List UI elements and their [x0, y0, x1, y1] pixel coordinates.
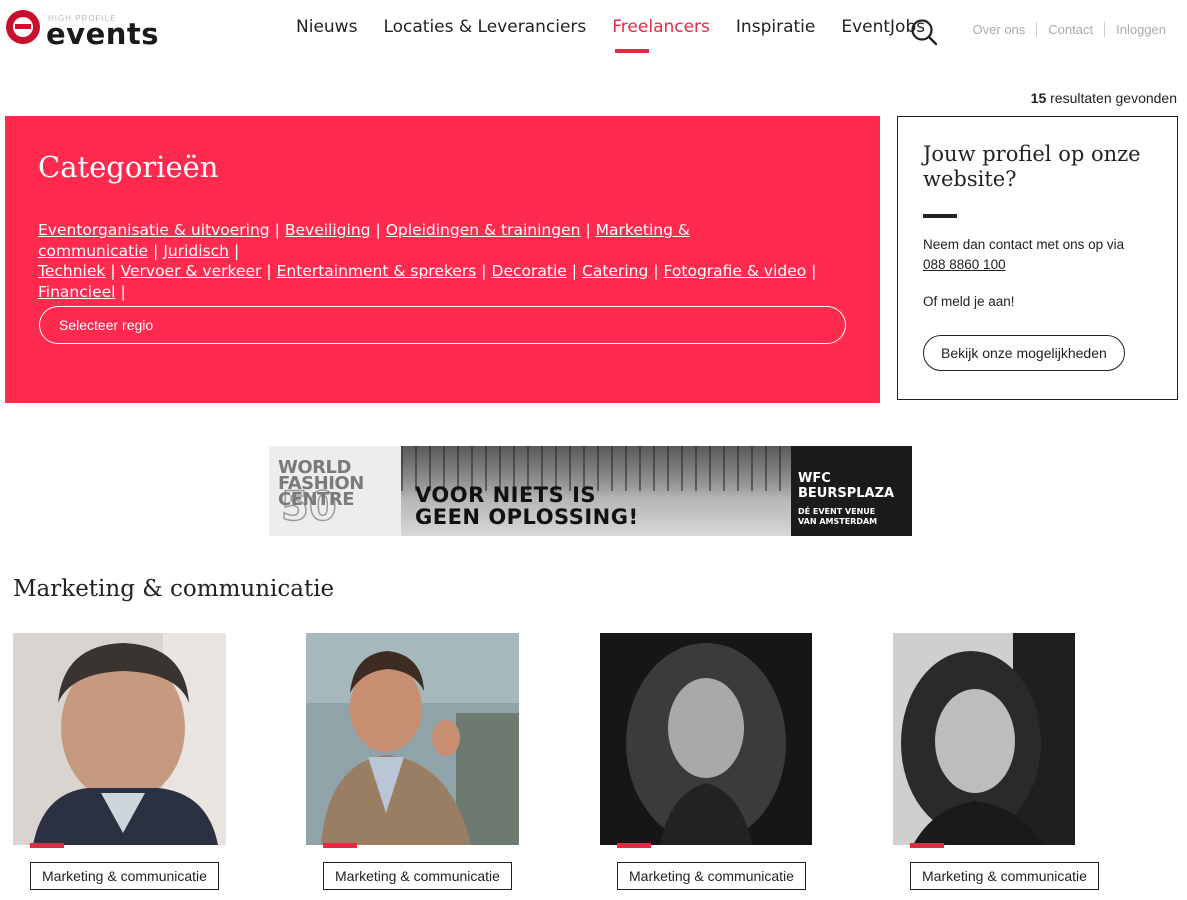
profile-contact-label: Neem dan contact met ons op via	[923, 237, 1125, 252]
card-accent	[910, 843, 944, 848]
profile-phone-link[interactable]: 088 8860 100	[923, 257, 1006, 272]
nav-item-locaties[interactable]: Locaties & Leveranciers	[383, 17, 586, 37]
view-options-button[interactable]: Bekijk onze mogelijkheden	[923, 335, 1125, 371]
category-tag[interactable]: Marketing & communicatie	[910, 862, 1099, 890]
advertisement-banner[interactable]: 50 WORLD FASHION CENTRE VOOR NIETS IS GE…	[269, 446, 912, 536]
nav-item-freelancers-label: Freelancers	[612, 17, 710, 37]
nav-item-inspiratie[interactable]: Inspiratie	[736, 17, 815, 37]
profile-divider	[923, 214, 957, 218]
banner-slogan: VOOR NIETS IS GEEN OPLOSSING!	[415, 484, 639, 528]
profile-contact-text: Neem dan contact met ons op via 088 8860…	[923, 235, 1152, 275]
banner-brand-name: WFC BEURSPLAZA	[798, 471, 912, 501]
profile-cta-box: Jouw profiel op onze website? Neem dan c…	[897, 116, 1178, 400]
region-select[interactable]: Selecteer regio	[39, 306, 846, 344]
category-link[interactable]: Entertainment & sprekers	[277, 262, 477, 280]
profile-signup-text: Of meld je aan!	[923, 294, 1015, 309]
banner-brand-line: BEURSPLAZA	[798, 486, 895, 501]
wfc-logo: 50 WORLD FASHION CENTRE	[269, 446, 401, 536]
category-link[interactable]: Juridisch	[163, 242, 229, 260]
banner-brand-line: WFC	[798, 471, 831, 486]
site-logo[interactable]: HIGH PROFILE events	[6, 8, 159, 49]
freelancer-photo[interactable]	[306, 633, 519, 845]
search-icon[interactable]	[910, 18, 938, 46]
freelancer-card[interactable]: Marketing & communicatie	[306, 633, 519, 893]
utility-nav: Over ons Contact Inloggen	[962, 22, 1177, 37]
freelancer-photo[interactable]	[893, 633, 1075, 845]
results-number: 15	[1030, 90, 1047, 106]
category-link[interactable]: Eventorganisatie & uitvoering	[38, 221, 270, 239]
site-header: HIGH PROFILE events Nieuws Locaties & Le…	[0, 0, 1187, 60]
nav-item-freelancers[interactable]: Freelancers	[612, 17, 710, 53]
banner-slogan-line: GEEN OPLOSSING!	[415, 505, 639, 529]
logo-wordmark: events	[46, 17, 160, 51]
category-links: Eventorganisatie & uitvoering | Beveiligin…	[38, 221, 817, 301]
main-nav: Nieuws Locaties & Leveranciers Freelance…	[296, 17, 925, 53]
results-label: resultaten gevonden	[1050, 90, 1177, 106]
profile-title: Jouw profiel op onze website?	[923, 142, 1141, 191]
nav-item-nieuws[interactable]: Nieuws	[296, 17, 357, 37]
card-accent	[323, 843, 357, 848]
category-link[interactable]: Fotografie & video	[664, 262, 807, 280]
wfc-logo-text: WORLD FASHION CENTRE	[278, 459, 364, 510]
card-accent	[617, 843, 651, 848]
banner-brand: WFC BEURSPLAZA DÉ EVENT VENUE VAN AMSTER…	[791, 446, 912, 536]
category-link[interactable]: Opleidingen & trainingen	[386, 221, 581, 239]
banner-tagline-line: VAN AMSTERDAM	[798, 517, 878, 526]
category-link[interactable]: Financieel	[38, 283, 115, 301]
section-title: Marketing & communicatie	[13, 576, 335, 602]
freelancer-card[interactable]: Marketing & communicatie	[893, 633, 1106, 893]
util-inloggen[interactable]: Inloggen	[1104, 22, 1177, 37]
category-link[interactable]: Beveiliging	[285, 221, 371, 239]
categories-panel: Categorieën Eventorganisatie & uitvoerin…	[5, 116, 880, 403]
freelancer-card[interactable]: Marketing & communicatie	[13, 633, 226, 893]
freelancer-photo[interactable]	[600, 633, 813, 845]
banner-slogan-line: VOOR NIETS IS	[415, 483, 597, 507]
banner-tagline-line: DÉ EVENT VENUE	[798, 507, 876, 516]
category-tag[interactable]: Marketing & communicatie	[323, 862, 512, 890]
categories-title: Categorieën	[38, 150, 219, 184]
banner-hall-image: VOOR NIETS IS GEEN OPLOSSING!	[401, 446, 791, 536]
category-link[interactable]: Catering	[582, 262, 648, 280]
category-tag[interactable]: Marketing & communicatie	[30, 862, 219, 890]
freelancer-card[interactable]: Marketing & communicatie	[600, 633, 813, 893]
banner-tagline: DÉ EVENT VENUE VAN AMSTERDAM	[798, 507, 912, 527]
category-tag[interactable]: Marketing & communicatie	[617, 862, 806, 890]
freelancer-photo[interactable]	[13, 633, 226, 845]
util-over-ons[interactable]: Over ons	[962, 22, 1037, 37]
category-link[interactable]: Decoratie	[492, 262, 567, 280]
wfc-logo-line: CENTRE	[278, 489, 355, 510]
category-link[interactable]: Vervoer & verkeer	[121, 262, 262, 280]
util-contact[interactable]: Contact	[1036, 22, 1104, 37]
category-link[interactable]: Techniek	[38, 262, 105, 280]
logo-mark-icon	[6, 10, 40, 44]
results-count: 15 resultaten gevonden	[1031, 90, 1177, 106]
card-accent	[30, 843, 64, 848]
